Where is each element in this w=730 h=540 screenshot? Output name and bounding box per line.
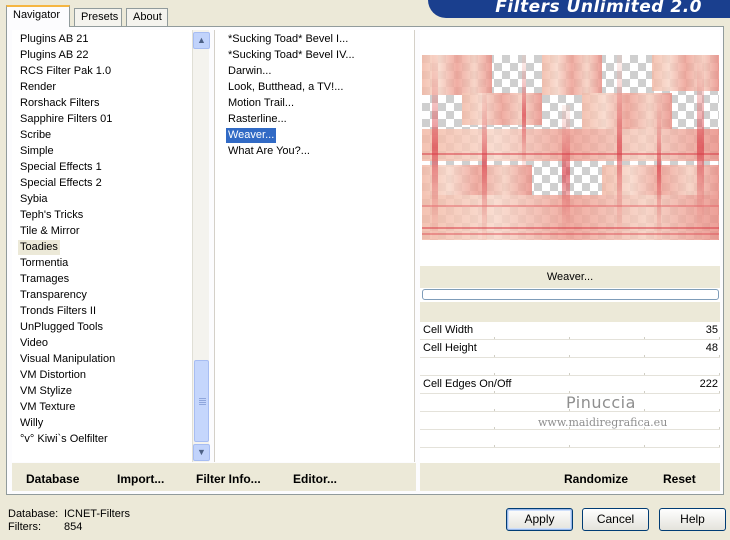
category-item[interactable]: Sapphire Filters 01: [18, 112, 114, 127]
category-item[interactable]: Tile & Mirror: [18, 224, 81, 239]
preview-image: [422, 55, 719, 240]
current-filter-name: Weaver...: [420, 266, 720, 288]
editor-button[interactable]: Editor...: [293, 472, 337, 486]
filter-info-button[interactable]: Filter Info...: [196, 472, 261, 486]
param-ticks: [420, 445, 720, 447]
filter-item[interactable]: Darwin...: [226, 64, 273, 79]
category-item[interactable]: °v° Kiwi`s Oelfilter: [18, 432, 110, 447]
help-button[interactable]: Help: [659, 508, 726, 531]
thumb-grip: [199, 404, 206, 405]
tab-about[interactable]: About: [126, 8, 168, 27]
filter-item[interactable]: *Sucking Toad* Bevel I...: [226, 32, 350, 47]
param-ticks: [420, 337, 720, 339]
param-cell-width[interactable]: Cell Width 35: [420, 322, 720, 340]
category-item[interactable]: Sybia: [18, 192, 50, 207]
scroll-down-button[interactable]: ▼: [193, 444, 210, 461]
filter-item[interactable]: Look, Butthead, a TV!...: [226, 80, 345, 95]
param-value: 48: [705, 342, 718, 354]
category-item[interactable]: Transparency: [18, 288, 89, 303]
param-slot-3[interactable]: [420, 358, 720, 376]
param-cell-edges[interactable]: Cell Edges On/Off 222: [420, 376, 720, 394]
param-toolbar: Randomize Reset: [420, 463, 720, 491]
filter-list[interactable]: *Sucking Toad* Bevel I... *Sucking Toad* …: [214, 30, 415, 462]
status-database-value: ICNET-Filters: [64, 508, 130, 520]
list-toolbar: Database Import... Filter Info... Editor…: [12, 463, 416, 491]
category-item[interactable]: Simple: [18, 144, 56, 159]
param-label: Cell Edges On/Off: [423, 378, 512, 390]
scroll-up-button[interactable]: ▲: [193, 32, 210, 49]
category-item[interactable]: UnPlugged Tools: [18, 320, 105, 335]
category-scrollbar[interactable]: ▲ ▼: [192, 30, 210, 462]
status-database: Database: ICNET-Filters: [8, 508, 130, 520]
category-item[interactable]: Tormentia: [18, 256, 70, 271]
status-filters-label: Filters:: [8, 521, 41, 533]
thumb-grip: [199, 398, 206, 399]
thumb-grip: [199, 400, 206, 401]
status-filters: Filters: 854: [8, 521, 82, 533]
randomize-button[interactable]: Randomize: [564, 472, 628, 486]
param-label: Cell Width: [423, 324, 474, 336]
category-item[interactable]: Teph's Tricks: [18, 208, 85, 223]
tab-navigator[interactable]: Navigator: [6, 5, 70, 27]
thumb-grip: [199, 402, 206, 403]
filter-item[interactable]: Weaver...: [224, 127, 278, 144]
category-item[interactable]: Tronds Filters II: [18, 304, 98, 319]
category-item[interactable]: Tramages: [18, 272, 71, 287]
filter-item[interactable]: What Are You?...: [226, 144, 312, 159]
scroll-thumb[interactable]: [194, 360, 209, 442]
param-cell-height[interactable]: Cell Height 48: [420, 340, 720, 358]
import-button[interactable]: Import...: [117, 472, 164, 486]
param-value: 35: [705, 324, 718, 336]
category-item[interactable]: Plugins AB 21: [18, 32, 91, 47]
watermark-url: www.maidiregrafica.eu: [538, 416, 668, 429]
database-button[interactable]: Database: [26, 472, 79, 486]
category-item[interactable]: Special Effects 1: [18, 160, 104, 175]
watermark-name: Pinuccia: [566, 393, 636, 412]
category-list[interactable]: Plugins AB 21 Plugins AB 22 RCS Filter Pak…: [12, 30, 209, 462]
tab-presets[interactable]: Presets: [74, 8, 122, 27]
category-item[interactable]: RCS Filter Pak 1.0: [18, 64, 113, 79]
param-ticks: [420, 355, 720, 357]
category-item[interactable]: Willy: [18, 416, 45, 431]
filter-item[interactable]: Motion Trail...: [226, 96, 296, 111]
category-item[interactable]: Rorshack Filters: [18, 96, 101, 111]
category-item[interactable]: Scribe: [18, 128, 53, 143]
param-value: 222: [699, 378, 718, 390]
category-item[interactable]: VM Texture: [18, 400, 77, 415]
cancel-button[interactable]: Cancel: [582, 508, 649, 531]
progress-strip: [420, 302, 720, 322]
status-database-label: Database:: [8, 508, 59, 520]
apply-button[interactable]: Apply: [506, 508, 573, 531]
status-filters-value: 854: [64, 521, 83, 533]
category-item[interactable]: Visual Manipulation: [18, 352, 117, 367]
category-item[interactable]: VM Stylize: [18, 384, 74, 399]
category-item[interactable]: Render: [18, 80, 58, 95]
reset-button[interactable]: Reset: [663, 472, 696, 486]
category-item[interactable]: Special Effects 2: [18, 176, 104, 191]
app-title: Filters Unlimited 2.0: [495, 0, 702, 17]
param-slot-7[interactable]: [420, 430, 720, 448]
param-label: Cell Height: [423, 342, 477, 354]
filter-item[interactable]: *Sucking Toad* Bevel IV...: [226, 48, 357, 63]
preview-panel: Weaver... Cell Width 35 Cell Height 48 C…: [420, 30, 720, 466]
category-item[interactable]: Plugins AB 22: [18, 48, 91, 63]
category-item[interactable]: Toadies: [18, 240, 60, 255]
category-item[interactable]: VM Distortion: [18, 368, 88, 383]
filter-item[interactable]: Rasterline...: [226, 112, 289, 127]
category-item[interactable]: Video: [18, 336, 50, 351]
progress-bar: [422, 289, 719, 300]
title-banner: Filters Unlimited 2.0: [428, 0, 730, 18]
param-ticks: [420, 373, 720, 375]
